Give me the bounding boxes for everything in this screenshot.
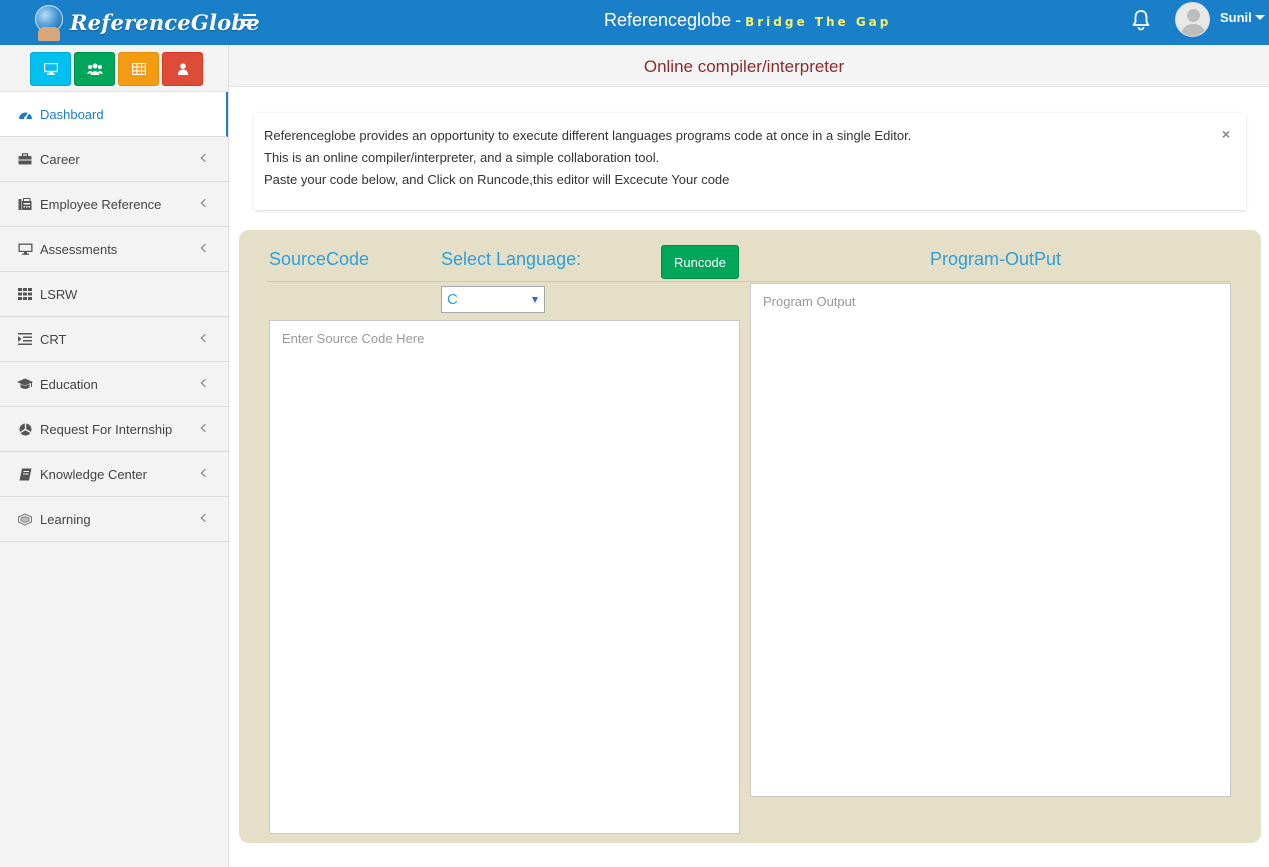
menu-toggle-icon[interactable] bbox=[243, 12, 257, 32]
sidebar-item-label: CRT bbox=[40, 331, 67, 347]
top-navbar: ReferenceGlobe Referenceglobe - Bridge The… bbox=[0, 0, 1269, 45]
sidebar-item-dashboard[interactable]: Dashboard bbox=[0, 92, 228, 137]
bell-icon[interactable] bbox=[1131, 9, 1151, 31]
quick-button-monitor[interactable] bbox=[30, 52, 71, 86]
sidebar-item-request-for-internship[interactable]: Request For Internship bbox=[0, 407, 228, 452]
page-title: Online compiler/interpreter bbox=[643, 57, 845, 76]
logo-text: ReferenceGlobe bbox=[70, 9, 260, 35]
quick-button-user[interactable] bbox=[162, 52, 203, 86]
table-icon bbox=[131, 63, 146, 75]
sidebar-item-lsrw[interactable]: LSRW bbox=[0, 272, 228, 317]
chevron-left-icon bbox=[200, 333, 210, 343]
quick-button-users[interactable] bbox=[74, 52, 115, 86]
info-alert: Referenceglobe provides an opportunity t… bbox=[254, 113, 1246, 210]
dashboard-icon bbox=[18, 112, 32, 120]
chevron-left-icon bbox=[200, 423, 210, 433]
program-output-label: Program-OutPut bbox=[930, 249, 1062, 269]
indent-icon bbox=[18, 333, 32, 345]
sidebar-item-label: Assessments bbox=[40, 241, 118, 257]
dropdown-arrow-icon bbox=[532, 297, 538, 303]
sidebar-item-label: LSRW bbox=[40, 286, 78, 302]
brand-tagline: Bridge The Gap bbox=[745, 15, 892, 29]
chevron-left-icon bbox=[200, 468, 210, 478]
sidebar-item-education[interactable]: Education bbox=[0, 362, 228, 407]
select-language-label: Select Language: bbox=[441, 249, 582, 269]
language-select[interactable]: C bbox=[441, 286, 545, 313]
monitor-icon bbox=[43, 63, 58, 75]
chevron-left-icon bbox=[200, 198, 210, 208]
brand-separator: - bbox=[735, 10, 742, 30]
sidebar-item-assessments[interactable]: Assessments bbox=[0, 227, 228, 272]
brand-name: Referenceglobe bbox=[604, 10, 732, 30]
sidebar-item-label: Learning bbox=[40, 511, 91, 527]
briefcase-icon bbox=[18, 153, 32, 165]
quick-buttons bbox=[0, 45, 228, 91]
chevron-left-icon bbox=[200, 153, 210, 163]
source-code-input[interactable] bbox=[269, 320, 740, 834]
sidebar-item-learning[interactable]: Learning bbox=[0, 497, 228, 542]
language-selected-value: C bbox=[447, 291, 458, 308]
caret-down-icon bbox=[1254, 15, 1265, 20]
page-header: Online compiler/interpreter bbox=[229, 45, 1269, 87]
sidebar-item-label: Dashboard bbox=[40, 106, 104, 122]
sidebar-item-label: Career bbox=[40, 151, 80, 167]
alert-line: Paste your code below, and Click on Runc… bbox=[264, 172, 730, 187]
user-menu[interactable]: Sunil bbox=[1220, 10, 1265, 25]
users-icon bbox=[86, 63, 103, 75]
book-icon bbox=[19, 468, 31, 480]
user-icon bbox=[177, 63, 188, 75]
chevron-left-icon bbox=[200, 513, 210, 523]
sidebar-item-label: Knowledge Center bbox=[40, 466, 147, 482]
sidebar-item-employee-reference[interactable]: Employee Reference bbox=[0, 182, 228, 227]
quick-button-table[interactable] bbox=[118, 52, 159, 86]
program-output-area[interactable] bbox=[750, 283, 1231, 797]
avatar[interactable] bbox=[1175, 2, 1210, 37]
sidebar-item-label: Request For Internship bbox=[40, 421, 173, 437]
grid-icon bbox=[18, 288, 32, 300]
alert-line: Referenceglobe provides an opportunity t… bbox=[264, 128, 912, 143]
run-code-button[interactable]: Runcode bbox=[661, 245, 739, 279]
sidebar-item-knowledge-center[interactable]: Knowledge Center bbox=[0, 452, 228, 497]
sidebar-item-label: Employee Reference bbox=[40, 196, 162, 212]
divider bbox=[267, 281, 1231, 282]
alert-line: This is an online compiler/interpreter, … bbox=[264, 150, 660, 165]
brain-icon bbox=[18, 512, 32, 526]
logo[interactable]: ReferenceGlobe bbox=[32, 2, 260, 42]
globe-logo-icon bbox=[32, 3, 66, 41]
close-icon[interactable]: × bbox=[1222, 123, 1230, 145]
sidebar: Dashboard Career Employee Reference Asse… bbox=[0, 45, 229, 867]
fax-icon bbox=[18, 197, 32, 210]
sidebar-item-crt[interactable]: CRT bbox=[0, 317, 228, 362]
graduation-cap-icon bbox=[17, 378, 33, 389]
chevron-left-icon bbox=[200, 378, 210, 388]
brand-title: Referenceglobe - Bridge The Gap bbox=[604, 10, 891, 31]
sidebar-item-career[interactable]: Career bbox=[0, 137, 228, 182]
sidebar-nav: Dashboard Career Employee Reference Asse… bbox=[0, 91, 228, 542]
pie-icon bbox=[19, 423, 31, 435]
source-code-label: SourceCode bbox=[269, 249, 370, 269]
desktop-icon bbox=[18, 243, 32, 255]
user-name: Sunil bbox=[1220, 10, 1252, 25]
sidebar-item-label: Education bbox=[40, 376, 98, 392]
chevron-left-icon bbox=[200, 243, 210, 253]
